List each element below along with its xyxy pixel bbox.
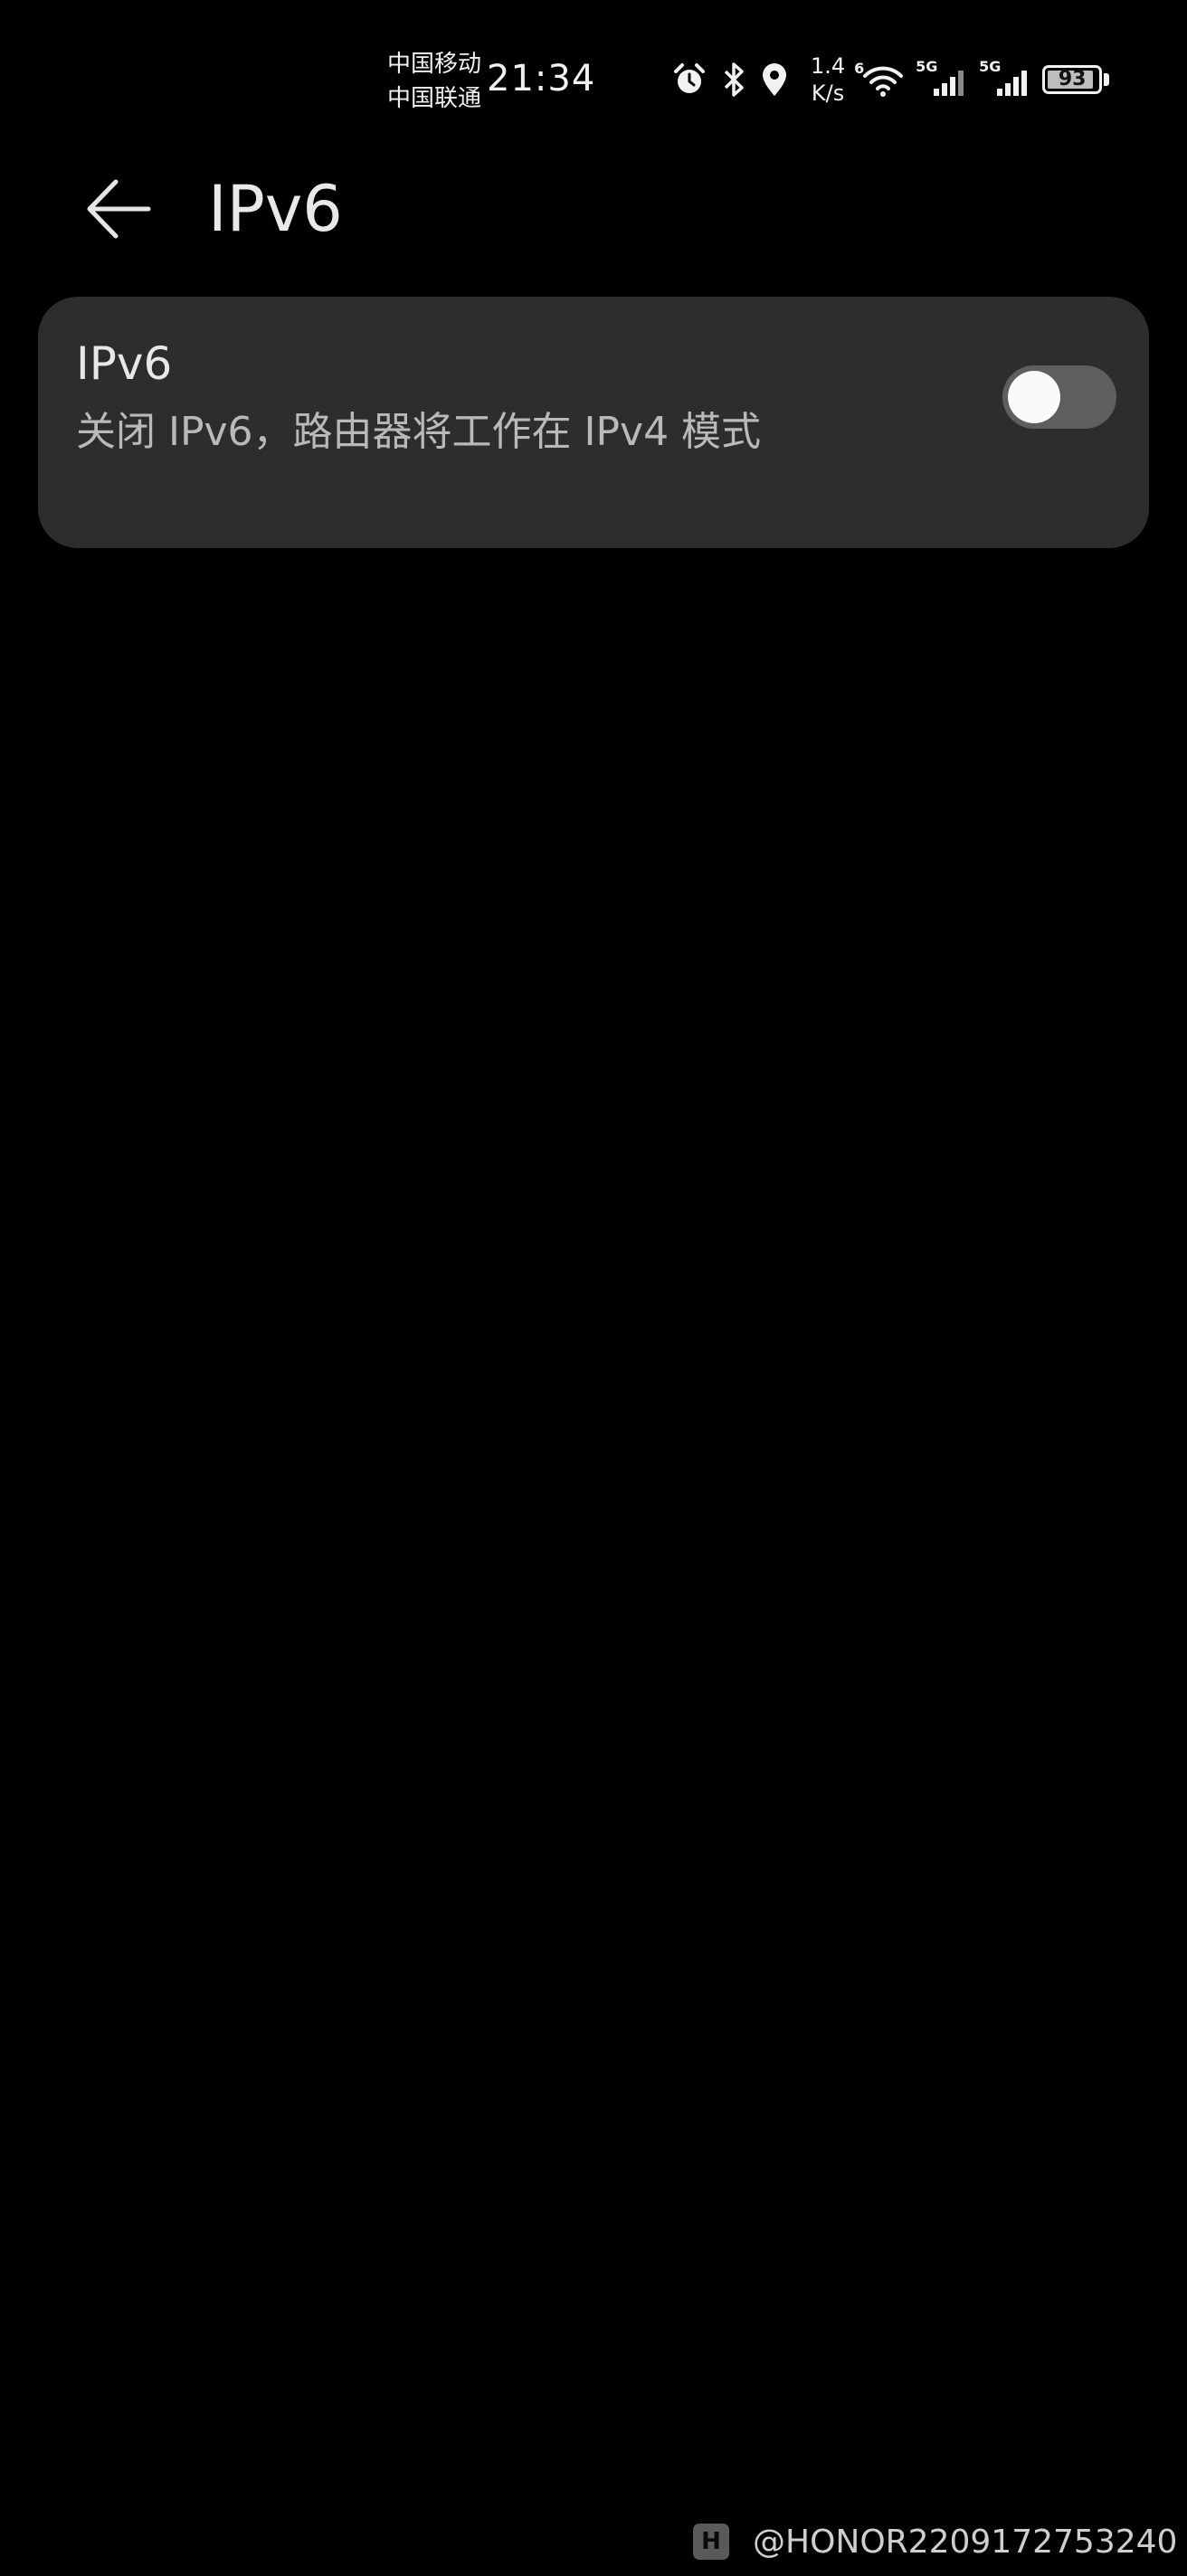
toggle-knob — [1008, 371, 1060, 423]
battery-icon: 93 — [1042, 65, 1103, 94]
ipv6-toggle[interactable] — [1002, 365, 1116, 429]
signal-indicator-1: 5G — [914, 58, 970, 99]
watermark: H @HONOR2209172753240 — [693, 2522, 1177, 2562]
alarm-icon — [674, 63, 705, 93]
carrier-1: 中国移动 — [387, 51, 482, 78]
location-icon — [763, 63, 786, 96]
setting-description: 关闭 IPv6，路由器将工作在 IPv4 模式 — [76, 409, 762, 455]
signal-icon — [997, 71, 1028, 96]
ipv6-setting-card[interactable]: IPv6 关闭 IPv6，路由器将工作在 IPv4 模式 — [38, 297, 1149, 548]
watermark-text: @HONOR2209172753240 — [753, 2523, 1178, 2561]
signal-icon — [934, 71, 964, 96]
network-speed-value: 1.4 — [811, 53, 846, 79]
page-title: IPv6 — [208, 172, 343, 246]
network-speed-unit: K/s — [811, 80, 845, 106]
arrow-left-icon — [87, 179, 151, 239]
battery-percent: 93 — [1058, 68, 1087, 90]
wifi-badge: 6 — [854, 60, 865, 77]
back-button[interactable] — [80, 170, 157, 248]
signal-indicator-2: 5G — [977, 58, 1033, 99]
setting-title: IPv6 — [76, 337, 173, 390]
clock: 21:34 — [487, 58, 596, 99]
status-bar: 中国移动 中国联通 21:34 1.4 K/s 6 5G 5G 93 — [0, 0, 1187, 154]
carrier-2: 中国联通 — [387, 85, 482, 112]
carrier-names: 中国移动 中国联通 — [387, 47, 481, 116]
honor-logo-icon: H — [693, 2524, 729, 2560]
battery-tip — [1104, 73, 1110, 86]
network-speed: 1.4 K/s — [811, 52, 845, 107]
bluetooth-icon — [724, 62, 744, 97]
status-icons: 1.4 K/s 6 5G 5G 93 — [671, 52, 1110, 107]
wifi-icon — [863, 66, 904, 97]
wifi-indicator: 6 — [854, 60, 908, 99]
